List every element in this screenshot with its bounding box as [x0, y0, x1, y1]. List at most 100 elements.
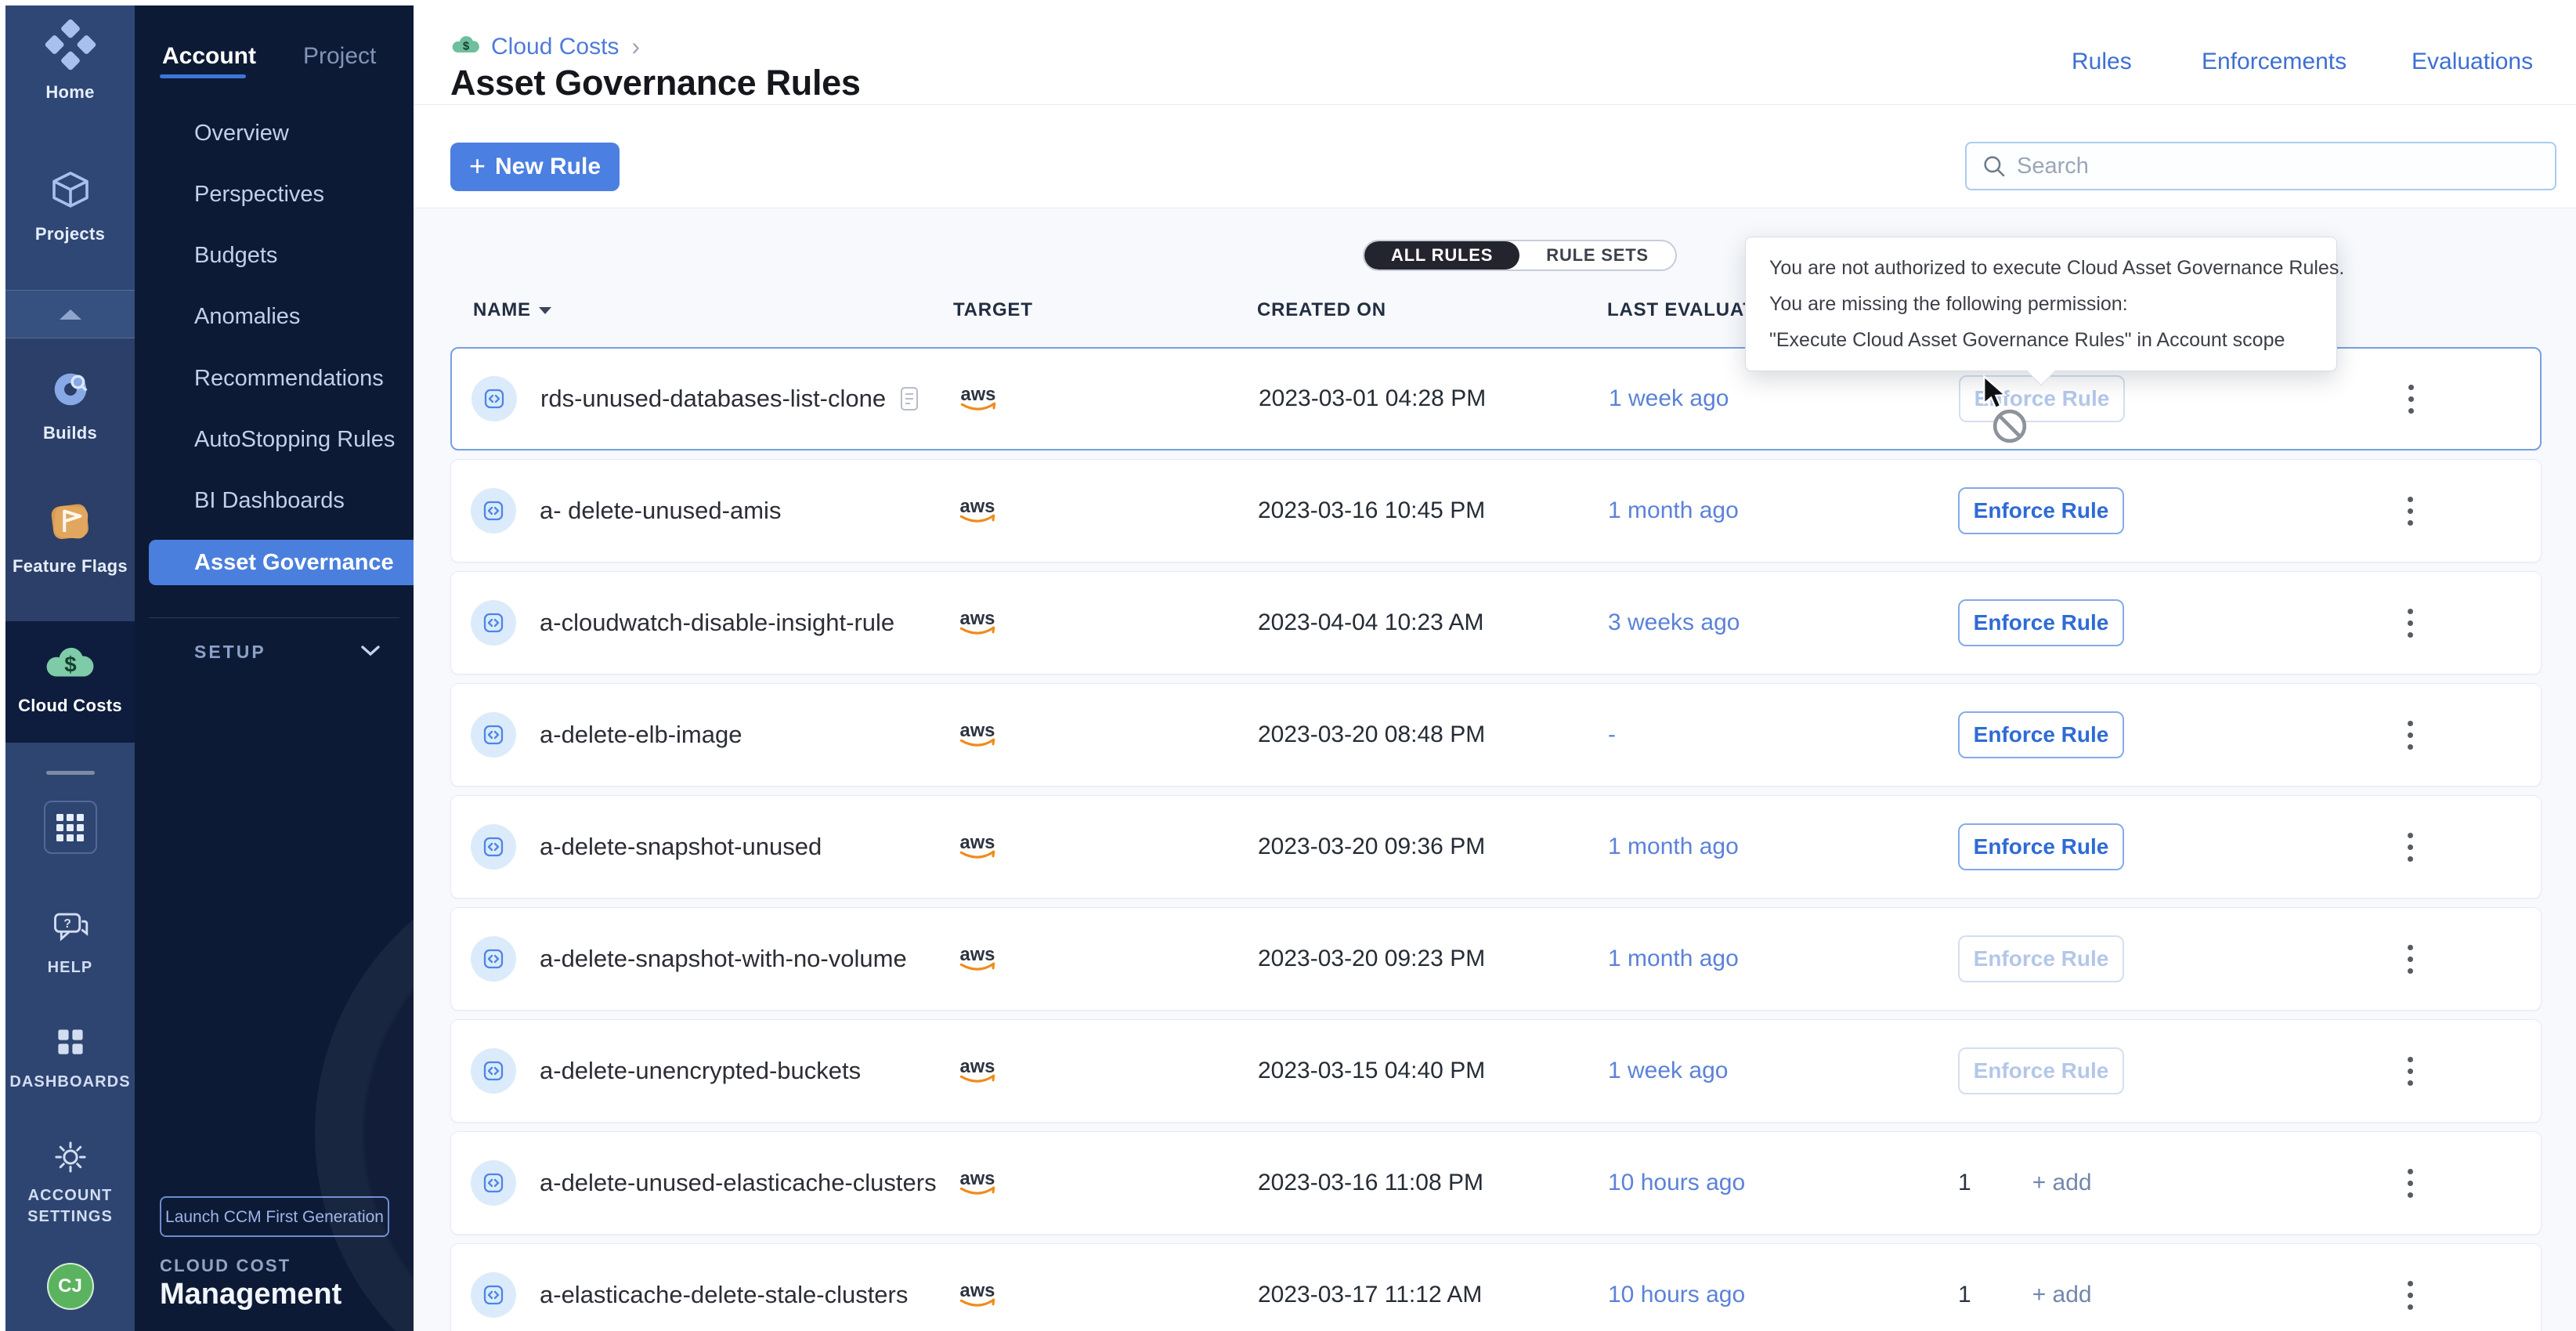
launch-ccm-first-gen-button[interactable]: Launch CCM First Generation [160, 1196, 389, 1237]
tab-project[interactable]: Project [303, 43, 376, 70]
sidebar-item-label: Cloud Costs [18, 696, 122, 716]
nav-item-bi-dashboards[interactable]: BI Dashboards [194, 486, 406, 517]
svg-text:aws: aws [960, 944, 995, 965]
search-input[interactable] [2017, 154, 2518, 179]
nav-item-perspectives[interactable]: Perspectives [194, 179, 406, 210]
tooltip-line: You are not authorized to execute Cloud … [1769, 250, 2313, 286]
sidebar-item-account-settings[interactable]: ACCOUNT SETTINGS [5, 1137, 135, 1228]
sidebar-item-projects[interactable]: Projects [5, 166, 135, 244]
rule-name: a-delete-unused-elasticache-clusters [540, 1169, 937, 1197]
last-evaluation-link[interactable]: 1 month ago [1608, 946, 1739, 972]
toggle-rule-sets[interactable]: RULE SETS [1519, 241, 1675, 269]
rule-icon [471, 376, 517, 421]
user-avatar[interactable]: CJ [5, 1263, 135, 1310]
aws-logo-icon: aws [954, 796, 1003, 898]
sidebar-item-help[interactable]: ? HELP [5, 909, 135, 978]
table-row[interactable]: a-elasticache-delete-stale-clustersaws20… [450, 1243, 2542, 1331]
nav-item-recommendations[interactable]: Recommendations [194, 363, 406, 394]
rule-name: a-delete-unencrypted-buckets [540, 1057, 861, 1085]
plus-icon: + [469, 150, 486, 183]
row-menu-button[interactable] [2400, 1049, 2421, 1094]
aws-logo-icon: aws [955, 349, 1003, 449]
last-evaluation-link[interactable]: - [1608, 722, 1616, 748]
sidebar-item-cloud-costs[interactable]: $ Cloud Costs [5, 641, 135, 716]
permission-tooltip: You are not authorized to execute Cloud … [1745, 237, 2337, 371]
breadcrumb-separator: › [631, 32, 640, 61]
row-menu-button[interactable] [2400, 601, 2421, 646]
svg-text:aws: aws [960, 1056, 995, 1077]
rules-view-toggle[interactable]: ALL RULES RULE SETS [1363, 240, 1677, 271]
row-menu-button[interactable] [2400, 937, 2421, 982]
created-on-value: 2023-03-17 11:12 AM [1258, 1282, 1482, 1308]
created-on-value: 2023-03-16 11:08 PM [1258, 1170, 1483, 1196]
aws-logo-icon: aws [954, 684, 1003, 786]
cloud-costs-breadcrumb-icon: $ [450, 31, 482, 62]
gear-icon [51, 1137, 90, 1181]
module-picker-button[interactable] [5, 801, 135, 854]
table-row[interactable]: a- delete-unused-amisaws2023-03-16 10:45… [450, 459, 2542, 562]
link-rules[interactable]: Rules [2072, 49, 2132, 75]
collapse-modules-button[interactable] [5, 290, 135, 338]
setup-label: SETUP [194, 642, 266, 663]
nav-item-autostopping-rules[interactable]: AutoStopping Rules [194, 425, 406, 456]
sidebar-item-feature-flags[interactable]: Feature Flags [5, 497, 135, 577]
nav-item-anomalies[interactable]: Anomalies [194, 302, 406, 333]
nav-item-asset-governance[interactable]: Asset Governance [194, 547, 406, 578]
enforce-rule-button[interactable]: Enforce Rule [1958, 487, 2124, 534]
aws-logo-icon: aws [954, 1132, 1003, 1234]
last-evaluation-link[interactable]: 3 weeks ago [1608, 609, 1740, 636]
row-menu-button[interactable] [2400, 489, 2421, 533]
row-menu-button[interactable] [2400, 1273, 2421, 1318]
nav-item-overview[interactable]: Overview [194, 118, 406, 149]
last-evaluation-link[interactable]: 1 month ago [1608, 834, 1739, 860]
new-rule-button[interactable]: + New Rule [450, 143, 620, 191]
last-evaluation-link[interactable]: 10 hours ago [1608, 1282, 1745, 1308]
svg-text:aws: aws [960, 1280, 995, 1301]
sidebar-item-dashboards[interactable]: DASHBOARDS [5, 1023, 135, 1093]
setup-section-toggle[interactable]: SETUP [194, 642, 382, 663]
new-rule-label: New Rule [495, 154, 601, 180]
rule-name: a-delete-snapshot-with-no-volume [540, 945, 907, 973]
add-enforcement-link[interactable]: + add [2032, 1170, 2092, 1196]
help-icon: ? [50, 909, 91, 950]
svg-text:aws: aws [960, 1168, 995, 1189]
column-header-name[interactable]: NAME [473, 299, 551, 321]
nav-item-budgets[interactable]: Budgets [194, 241, 406, 272]
last-evaluation-link[interactable]: 1 month ago [1608, 497, 1739, 524]
link-enforcements[interactable]: Enforcements [2202, 49, 2347, 75]
last-evaluation-link[interactable]: 1 week ago [1609, 385, 1729, 412]
table-row[interactable]: a-delete-snapshot-unusedaws2023-03-20 09… [450, 795, 2542, 899]
sidebar-item-label: Builds [43, 423, 97, 443]
created-on-value: 2023-04-04 10:23 AM [1258, 609, 1484, 636]
enforce-rule-button[interactable]: Enforce Rule [1958, 1047, 2124, 1094]
row-menu-button[interactable] [2400, 825, 2421, 870]
table-row[interactable]: a-delete-elb-imageaws2023-03-20 08:48 PM… [450, 683, 2542, 787]
link-evaluations[interactable]: Evaluations [2412, 49, 2533, 75]
tab-account[interactable]: Account [162, 43, 256, 70]
sidebar-item-label: Home [45, 82, 94, 103]
table-row[interactable]: a-cloudwatch-disable-insight-ruleaws2023… [450, 571, 2542, 675]
last-evaluation-link[interactable]: 10 hours ago [1608, 1170, 1745, 1196]
cloud-costs-icon: $ [43, 641, 98, 689]
rule-name: a- delete-unused-amis [540, 497, 781, 525]
breadcrumb-cloud-costs-link[interactable]: Cloud Costs [491, 34, 619, 60]
enforce-rule-button[interactable]: Enforce Rule [1958, 599, 2124, 646]
table-row[interactable]: a-delete-unused-elasticache-clusters aws 2… [450, 1131, 2542, 1235]
enforce-rule-button[interactable]: Enforce Rule [1958, 823, 2124, 870]
row-menu-button[interactable] [2400, 713, 2421, 758]
dashboards-icon [52, 1023, 89, 1065]
row-menu-button[interactable] [2401, 377, 2422, 421]
rule-name: a-delete-elb-image [540, 721, 742, 749]
add-enforcement-link[interactable]: + add [2032, 1282, 2092, 1308]
table-row[interactable]: a-delete-snapshot-with-no-volumeaws2023-… [450, 907, 2542, 1011]
toggle-all-rules[interactable]: ALL RULES [1364, 241, 1519, 269]
enforce-rule-button[interactable]: Enforce Rule [1958, 935, 2124, 982]
sidebar-item-builds[interactable]: Builds [5, 367, 135, 443]
sidebar-item-home[interactable]: Home [5, 18, 135, 103]
copy-icon[interactable] [898, 385, 920, 412]
enforce-rule-button[interactable]: Enforce Rule [1958, 711, 2124, 758]
last-evaluation-link[interactable]: 1 week ago [1608, 1058, 1728, 1084]
table-row[interactable]: a-delete-unencrypted-bucketsaws2023-03-1… [450, 1019, 2542, 1123]
svg-text:?: ? [63, 917, 71, 931]
row-menu-button[interactable] [2400, 1161, 2421, 1206]
